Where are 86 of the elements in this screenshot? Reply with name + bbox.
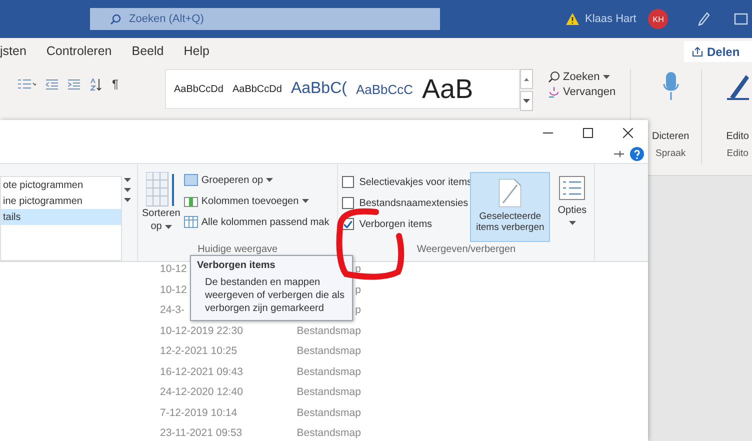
view-command[interactable]: Groeperen op [184, 171, 330, 189]
user-name[interactable]: Klaas Hart [585, 13, 636, 25]
type-cell: p [355, 304, 361, 316]
gallery-down-button[interactable] [520, 91, 533, 111]
share-icon [692, 46, 703, 56]
checkbox-option[interactable]: Bestandsnaamextensies [342, 195, 470, 211]
date-cell: 24-3- [160, 304, 185, 316]
ribbon-tab[interactable]: Controleren [36, 38, 122, 65]
date-cell: 24-12-2020 12:40 [160, 386, 243, 398]
pen-icon[interactable] [698, 12, 710, 26]
find-button[interactable]: Zoeken [548, 71, 616, 83]
dictate-button[interactable]: Dicteren [652, 65, 690, 142]
microphone-icon [662, 71, 679, 101]
replace-button[interactable]: Vervangen [548, 86, 616, 98]
hide-selected-button[interactable]: Geselecteerde items verbergen [470, 172, 550, 242]
type-cell: Bestandsmap [296, 406, 361, 418]
view-command[interactable]: Kolommen toevoegen [184, 192, 330, 210]
fit-columns-icon [184, 216, 198, 228]
checkbox[interactable] [342, 197, 354, 209]
search-icon [548, 71, 560, 83]
caret-icon [523, 99, 530, 103]
date-cell: 23-11-2021 09:53 [160, 427, 242, 439]
numbered-list-icon[interactable] [18, 78, 36, 90]
increase-indent-icon[interactable] [68, 78, 80, 90]
close-icon[interactable] [623, 128, 633, 138]
columns-icon [184, 195, 198, 207]
style-preview[interactable]: AaBbC( [290, 80, 347, 98]
options-icon [559, 176, 586, 200]
gallery-up-button[interactable] [520, 69, 533, 89]
maximize-icon[interactable] [583, 128, 593, 138]
layout-option[interactable]: ote pictogrammen [1, 177, 121, 193]
layout-option[interactable]: tails [1, 209, 121, 225]
user-avatar[interactable]: KH [648, 9, 668, 29]
type-cell: Bestandsmap [296, 366, 361, 378]
caret-icon [164, 224, 172, 228]
ribbon-tab[interactable]: jsten [0, 38, 36, 65]
caret-icon [568, 221, 576, 225]
style-preview[interactable]: AaB [422, 74, 474, 104]
tooltip-text: De bestanden en mappen weergeven of verbergen die als verborgen zijn gemarkeerd [204, 276, 346, 315]
type-cell: Bestandsmap [296, 427, 361, 439]
type-cell: Bestandsmap [296, 324, 361, 336]
type-cell: Bestandsmap [296, 386, 361, 398]
date-cell: 7-12-2019 10:14 [160, 406, 238, 418]
warning-icon [566, 13, 579, 25]
scroll-down-icon [124, 188, 131, 192]
caret-icon [524, 78, 529, 80]
search-placeholder: Zoeken (Alt+Q) [129, 13, 204, 25]
type-cell: Bestandsmap [296, 345, 361, 357]
caret-icon [602, 75, 610, 79]
help-icon[interactable] [630, 147, 644, 161]
group-label: Spraak [656, 148, 686, 159]
tooltip-title: Verborgen items [197, 260, 276, 271]
group-label: Weergeven/verbergen [416, 244, 517, 257]
search-icon [110, 14, 121, 24]
type-cell: p [355, 284, 361, 296]
sort-columns-icon [146, 172, 176, 208]
group-label: Huidige weergave [196, 244, 279, 257]
date-cell: 12-2-2021 10:25 [160, 345, 238, 357]
date-cell: 16-12-2021 09:43 [160, 366, 243, 378]
ribbon-tab[interactable]: Help [174, 38, 220, 65]
date-cell: 10-12 [160, 284, 187, 296]
checkbox[interactable] [342, 176, 354, 188]
style-preview[interactable]: AaBbCcC [356, 82, 414, 96]
options-button[interactable]: Opties [550, 164, 594, 244]
decrease-indent-icon[interactable] [46, 78, 58, 90]
check-icon [344, 220, 352, 228]
show-formatting-button[interactable]: ¶ [112, 77, 118, 91]
style-preview[interactable]: AaBbCcDd [232, 84, 282, 94]
checkbox-option[interactable]: Verborgen items [342, 216, 470, 232]
sort-button[interactable]: Sorteren op [138, 164, 184, 244]
annotation-ring [336, 208, 406, 280]
date-cell: 10-12-2019 22:30 [160, 324, 243, 336]
window-icon[interactable] [734, 13, 748, 25]
group-icon [184, 174, 198, 186]
share-button[interactable]: Delen [684, 41, 752, 62]
layout-option[interactable]: ine pictogrammen [1, 193, 121, 209]
date-cell: 10-12 [160, 263, 187, 275]
ribbon-tab[interactable]: Beeld [122, 38, 174, 65]
replace-icon [548, 86, 560, 98]
view-command[interactable]: Alle kolommen passend mak [184, 213, 330, 231]
sort-icon[interactable] [90, 78, 102, 90]
document-icon [499, 179, 522, 207]
editor-button[interactable]: Edito [726, 65, 750, 142]
expand-icon [124, 198, 131, 202]
style-preview[interactable]: AaBbCcDd [174, 84, 224, 94]
group-label: Edito [726, 148, 748, 159]
